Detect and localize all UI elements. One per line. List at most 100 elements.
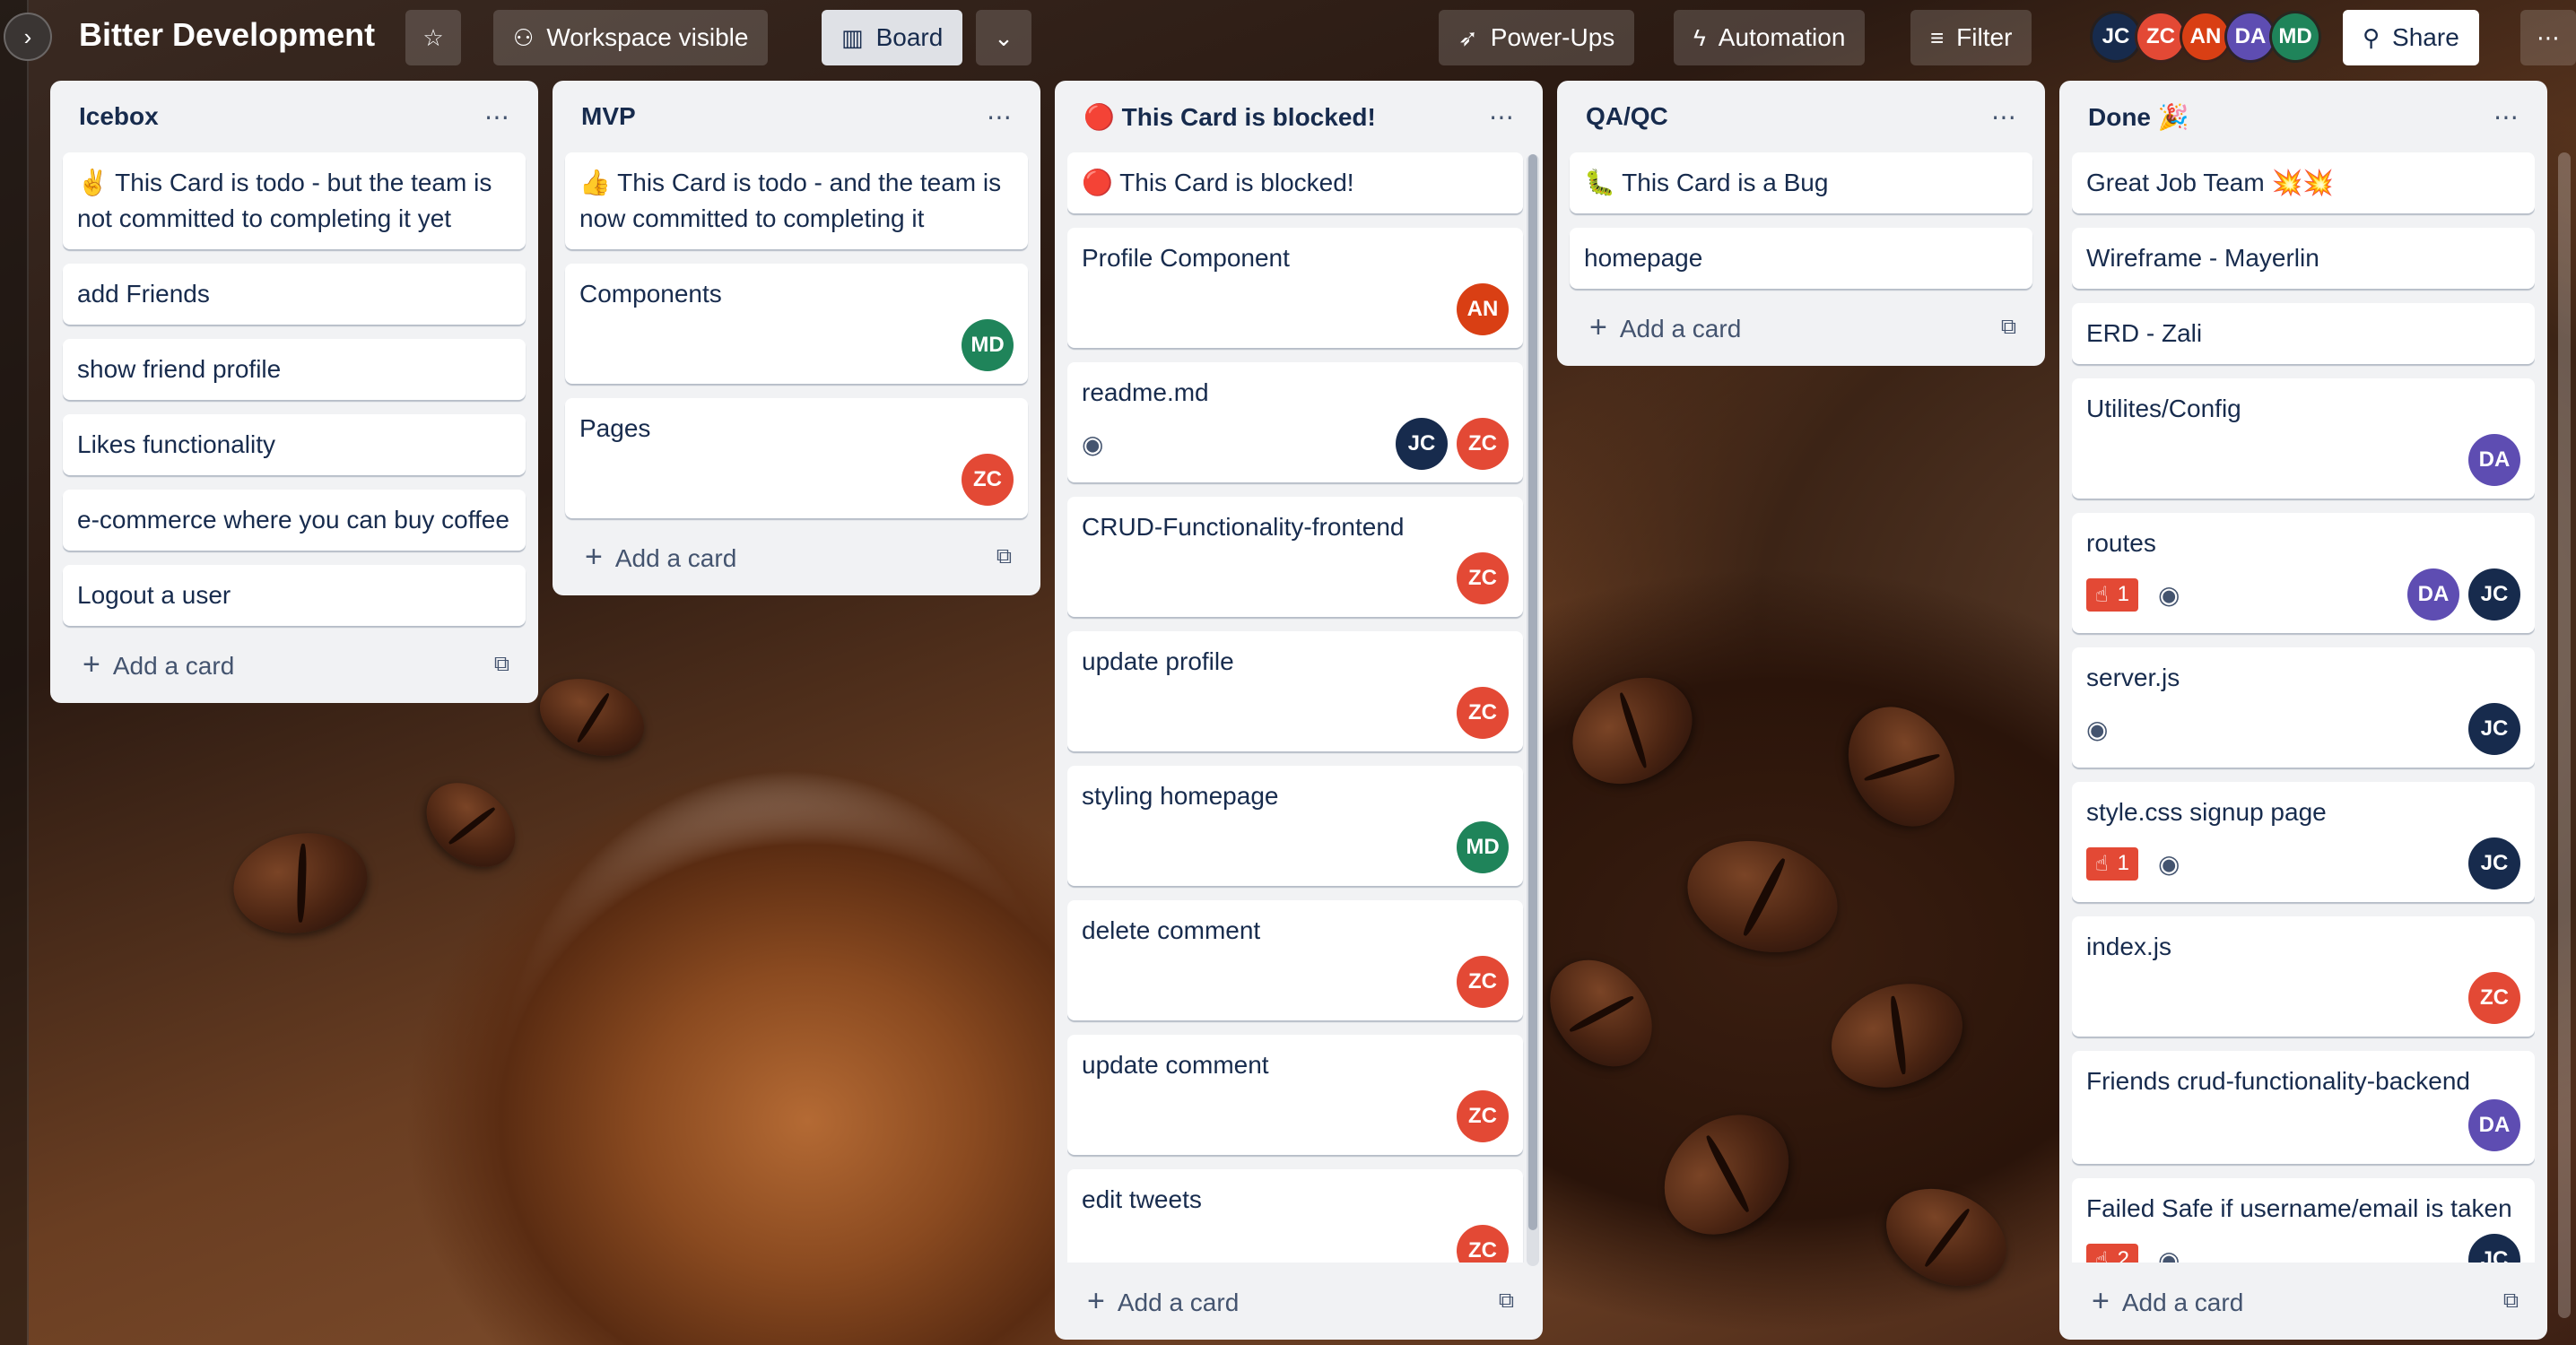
card[interactable]: Components MD <box>565 264 1028 384</box>
card[interactable]: style.css signup page ☝ 1 ◉ JC <box>2072 782 2535 902</box>
member-avatar-zc[interactable]: ZC <box>2468 972 2520 1024</box>
member-avatar-md[interactable]: MD <box>1457 821 1509 873</box>
powerups-button[interactable]: ➶ Power-Ups <box>1439 10 1635 65</box>
card[interactable]: Logout a user <box>63 565 526 626</box>
member-avatar-zc[interactable]: ZC <box>1457 418 1509 470</box>
card[interactable]: 🐛 This Card is a Bug <box>1570 152 2032 213</box>
card[interactable]: Profile Component AN <box>1067 228 1523 348</box>
card[interactable]: Likes functionality <box>63 414 526 475</box>
card[interactable]: routes ☝ 1 ◉ DA JC <box>2072 513 2535 633</box>
template-icon[interactable]: ⧉ <box>996 544 1012 569</box>
member-avatar-zc[interactable]: ZC <box>1457 1225 1509 1263</box>
member-avatar-jc[interactable]: JC <box>2468 837 2520 889</box>
list-scrollbar-thumb[interactable] <box>1528 154 1537 1230</box>
card-title: Profile Component <box>1082 244 1290 272</box>
list-menu-button[interactable]: ⋯ <box>1991 102 2018 132</box>
board-menu-button[interactable]: ⋯ <box>2520 10 2576 65</box>
card[interactable]: Failed Safe if username/email is taken ☝… <box>2072 1178 2535 1263</box>
template-icon[interactable]: ⧉ <box>2503 1289 2519 1314</box>
list-title[interactable]: MVP <box>581 102 636 131</box>
card[interactable]: index.js ZC <box>2072 916 2535 1037</box>
list-menu-button[interactable]: ⋯ <box>987 102 1014 132</box>
coffee-bean-decoration <box>1675 825 1850 968</box>
member-avatar-da[interactable]: DA <box>2468 434 2520 486</box>
card-footer: ☝ 2 ◉ JC <box>2086 1234 2520 1263</box>
card-title: update comment <box>1082 1051 1269 1079</box>
card[interactable]: update comment ZC <box>1067 1035 1523 1155</box>
card[interactable]: update profile ZC <box>1067 631 1523 751</box>
member-avatar-zc[interactable]: ZC <box>1457 1090 1509 1142</box>
member-avatar-jc[interactable]: JC <box>2468 703 2520 755</box>
filter-button[interactable]: ≡ Filter <box>1910 10 2032 65</box>
list-menu-button[interactable]: ⋯ <box>2493 102 2520 132</box>
template-icon[interactable]: ⧉ <box>1499 1289 1514 1314</box>
list-menu-button[interactable]: ⋯ <box>484 102 511 132</box>
card-title: style.css signup page <box>2086 798 2327 826</box>
card[interactable]: readme.md ◉ JC ZC <box>1067 362 1523 482</box>
card-footer: ZC <box>1082 956 1509 1008</box>
card[interactable]: ✌️ This Card is todo - but the team is n… <box>63 152 526 249</box>
card[interactable]: ERD - Zali <box>2072 303 2535 364</box>
member-avatar-zc[interactable]: ZC <box>1457 552 1509 604</box>
card[interactable]: Great Job Team 💥💥 <box>2072 152 2535 213</box>
add-card-button[interactable]: + Add a card <box>585 540 736 575</box>
card[interactable]: 🔴 This Card is blocked! <box>1067 152 1523 213</box>
member-avatar-da[interactable]: DA <box>2407 568 2459 620</box>
member-avatar-jc[interactable]: JC <box>1396 418 1448 470</box>
thumbs-up-icon: ☝ <box>2095 582 2109 607</box>
add-card-button[interactable]: + Add a card <box>2092 1284 2243 1319</box>
member-avatar-zc[interactable]: ZC <box>962 454 1014 506</box>
board-view-button[interactable]: ▥ Board <box>822 10 963 65</box>
expand-sidebar-button[interactable]: › <box>4 13 52 61</box>
list-title[interactable]: Icebox <box>79 102 159 131</box>
member-avatar-zc[interactable]: ZC <box>1457 956 1509 1008</box>
board-members: JC ZC AN DA MD <box>2090 11 2321 65</box>
card-title: ✌️ This Card is todo - but the team is n… <box>77 169 492 232</box>
card-list: 👍 This Card is todo - and the team is no… <box>565 152 1028 518</box>
card[interactable]: Utilites/Config DA <box>2072 378 2535 499</box>
board-title[interactable]: Bitter Development <box>79 16 375 54</box>
card[interactable]: edit tweets ZC <box>1067 1169 1523 1263</box>
share-button[interactable]: ⚲ Share <box>2343 10 2479 65</box>
member-avatar-zc[interactable]: ZC <box>1457 687 1509 739</box>
vote-badge: ☝ 1 <box>2086 577 2138 612</box>
member-avatar-md[interactable]: MD <box>962 319 1014 371</box>
list-title[interactable]: Done 🎉 <box>2088 102 2189 132</box>
member-avatar-jc[interactable]: JC <box>2468 1234 2520 1263</box>
card[interactable]: add Friends <box>63 264 526 325</box>
member-avatar-md[interactable]: MD <box>2269 11 2321 63</box>
template-icon[interactable]: ⧉ <box>494 652 509 677</box>
template-icon[interactable]: ⧉ <box>2001 315 2016 340</box>
card[interactable]: server.js ◉ JC <box>2072 647 2535 768</box>
card[interactable]: Wireframe - Mayerlin <box>2072 228 2535 289</box>
member-avatar-an[interactable]: AN <box>1457 283 1509 335</box>
card[interactable]: CRUD-Functionality-frontend ZC <box>1067 497 1523 617</box>
card[interactable]: show friend profile <box>63 339 526 400</box>
star-board-button[interactable]: ☆ <box>405 10 461 65</box>
member-avatar-da[interactable]: DA <box>2468 1099 2520 1151</box>
list-menu-button[interactable]: ⋯ <box>1489 102 1516 132</box>
card[interactable]: 👍 This Card is todo - and the team is no… <box>565 152 1028 249</box>
add-card-button[interactable]: + Add a card <box>83 647 234 682</box>
card-footer: ZC <box>2086 972 2520 1024</box>
card[interactable]: styling homepage MD <box>1067 766 1523 886</box>
view-switcher-button[interactable]: ⌄ <box>976 10 1031 65</box>
card[interactable]: delete comment ZC <box>1067 900 1523 1020</box>
automation-button[interactable]: ϟ Automation <box>1674 10 1866 65</box>
list-title[interactable]: 🔴 This Card is blocked! <box>1083 102 1376 132</box>
coffee-bean-decoration <box>410 766 532 884</box>
card[interactable]: homepage <box>1570 228 2032 289</box>
add-card-button[interactable]: + Add a card <box>1589 310 1741 345</box>
card-list: ✌️ This Card is todo - but the team is n… <box>63 152 526 626</box>
card[interactable]: Pages ZC <box>565 398 1028 518</box>
member-avatar-jc[interactable]: JC <box>2468 568 2520 620</box>
visibility-button[interactable]: ⚇ Workspace visible <box>493 10 769 65</box>
list-title[interactable]: QA/QC <box>1586 102 1668 131</box>
board-header: Bitter Development ☆ ⚇ Workspace visible… <box>29 0 2576 75</box>
card-footer: ZC <box>1082 552 1509 604</box>
filter-icon: ≡ <box>1930 24 1945 51</box>
add-card-button[interactable]: + Add a card <box>1087 1284 1239 1319</box>
board-scrollbar[interactable] <box>2558 152 2571 1318</box>
card[interactable]: e-commerce where you can buy coffee <box>63 490 526 551</box>
card[interactable]: Friends crud-functionality-backend DA <box>2072 1051 2535 1164</box>
